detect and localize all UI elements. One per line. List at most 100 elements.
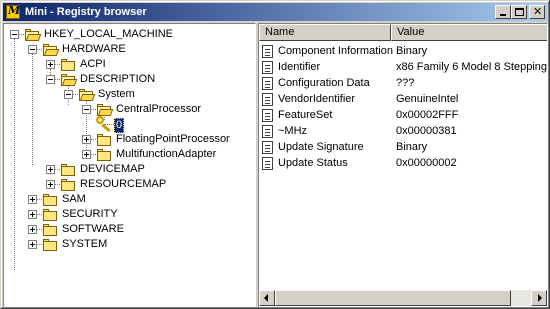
- value-name: Configuration Data: [278, 77, 370, 89]
- list-item[interactable]: Update Status 0x00000002: [259, 155, 547, 171]
- column-header-name[interactable]: Name: [259, 24, 391, 41]
- folder-icon: [42, 209, 58, 221]
- value-icon: [262, 156, 273, 170]
- value-data: x86 Family 6 Model 8 Stepping 10: [396, 61, 548, 73]
- tree-item-label[interactable]: RESOURCEMAP: [80, 178, 166, 191]
- key-icon: [96, 116, 114, 133]
- tree-item-label[interactable]: ACPI: [80, 58, 106, 71]
- folder-open-icon: [42, 44, 60, 56]
- arrow-left-icon: [264, 294, 268, 302]
- value-icon: [262, 108, 273, 122]
- value-data: GenuineIntel: [396, 93, 459, 105]
- collapse-icon[interactable]: [28, 45, 37, 54]
- value-data: Binary: [396, 141, 428, 153]
- horizontal-scrollbar[interactable]: [259, 290, 547, 306]
- folder-icon: [42, 224, 58, 236]
- tree-item-label[interactable]: 0: [114, 118, 125, 133]
- value-icon: [262, 76, 273, 90]
- expand-icon[interactable]: [46, 165, 55, 174]
- expand-icon[interactable]: [28, 210, 37, 219]
- tree-item-label[interactable]: SAM: [62, 193, 86, 206]
- tree-item-label[interactable]: DESCRIPTION: [80, 73, 155, 86]
- value-name: ~MHz: [278, 125, 308, 137]
- registry-browser-window: M Mini - Registry browser ✕ HKEY_LOCAL_M…: [0, 0, 550, 309]
- tree-item-label[interactable]: SOFTWARE: [62, 223, 124, 236]
- folder-icon: [96, 134, 112, 146]
- expand-icon[interactable]: [28, 195, 37, 204]
- collapse-icon[interactable]: [64, 90, 73, 99]
- value-data: 0x00000002: [396, 157, 457, 169]
- scroll-left-button[interactable]: [259, 290, 275, 306]
- tree-item-label[interactable]: SYSTEM: [62, 238, 107, 251]
- close-button[interactable]: ✕: [529, 5, 545, 19]
- column-header-value[interactable]: Value: [391, 24, 547, 41]
- value-name: Component Information: [278, 45, 393, 57]
- value-data: Binary: [396, 45, 428, 57]
- tree-connector-line: [32, 54, 33, 165]
- folder-icon: [60, 164, 76, 176]
- value-name: Update Status: [278, 157, 348, 169]
- list-item[interactable]: ~MHz 0x00000381: [259, 123, 547, 139]
- tree-item-label[interactable]: HKEY_LOCAL_MACHINE: [44, 28, 173, 41]
- minimize-icon: [500, 14, 506, 16]
- tree-item-label[interactable]: CentralProcessor: [116, 103, 201, 116]
- value-name: Identifier: [278, 61, 321, 73]
- folder-icon: [60, 59, 76, 71]
- tree-item-label[interactable]: System: [98, 88, 135, 101]
- value-name: VendorIdentifier: [278, 93, 356, 105]
- collapse-icon[interactable]: [10, 30, 19, 39]
- value-name: Update Signature: [278, 141, 364, 153]
- value-icon: [262, 124, 273, 138]
- collapse-icon[interactable]: [82, 105, 91, 114]
- value-icon: [262, 44, 273, 58]
- folder-icon: [42, 239, 58, 251]
- expand-icon[interactable]: [46, 60, 55, 69]
- folder-open-icon: [96, 104, 114, 116]
- value-list[interactable]: Name Value Component Information Binary Id…: [258, 23, 548, 307]
- registry-tree[interactable]: HKEY_LOCAL_MACHINE HARDWARE ACPI DESCRIPTIO…: [3, 23, 256, 307]
- value-icon: [262, 140, 273, 154]
- list-item[interactable]: VendorIdentifier GenuineIntel: [259, 91, 547, 107]
- expand-icon[interactable]: [28, 225, 37, 234]
- value-icon: [262, 92, 273, 106]
- value-data: 0x00002FFF: [396, 109, 459, 121]
- scroll-thumb[interactable]: [275, 290, 511, 306]
- list-item[interactable]: Component Information Binary: [259, 43, 547, 59]
- tree-item-label[interactable]: FloatingPointProcessor: [116, 133, 230, 146]
- maximize-icon: [515, 8, 524, 16]
- window-controls: ✕: [495, 5, 545, 19]
- close-icon: ✕: [533, 5, 543, 18]
- title-bar[interactable]: M Mini - Registry browser ✕: [3, 3, 547, 21]
- list-item[interactable]: Configuration Data???: [259, 75, 547, 91]
- list-item[interactable]: FeatureSet 0x00002FFF: [259, 107, 547, 123]
- maximize-button[interactable]: [511, 5, 527, 19]
- expand-icon[interactable]: [82, 150, 91, 159]
- minimize-button[interactable]: [495, 5, 511, 19]
- folder-icon: [42, 194, 58, 206]
- value-data: ???: [396, 77, 415, 89]
- list-header: Name Value: [259, 24, 547, 41]
- value-icon: [262, 60, 273, 74]
- expand-icon[interactable]: [46, 180, 55, 189]
- list-item[interactable]: Identifier x86 Family 6 Model 8 Stepping …: [259, 59, 547, 75]
- window-title: Mini - Registry browser: [25, 6, 147, 18]
- value-name: FeatureSet: [278, 109, 333, 121]
- list-item[interactable]: Update Signature Binary: [259, 139, 547, 155]
- arrow-right-icon: [538, 294, 542, 302]
- folder-open-icon: [24, 29, 42, 41]
- tree-item-label[interactable]: HARDWARE: [62, 43, 126, 56]
- value-data: 0x00000381: [396, 125, 457, 137]
- folder-open-icon: [78, 89, 96, 101]
- expand-icon[interactable]: [82, 135, 91, 144]
- expand-icon[interactable]: [28, 240, 37, 249]
- app-icon[interactable]: M: [5, 4, 21, 20]
- tree-item-label[interactable]: MultifunctionAdapter: [116, 148, 216, 161]
- tree-item-label[interactable]: DEVICEMAP: [80, 163, 145, 176]
- tree-item-label[interactable]: SECURITY: [62, 208, 118, 221]
- folder-open-icon: [60, 74, 78, 86]
- scroll-right-button[interactable]: [531, 290, 547, 306]
- folder-icon: [96, 149, 112, 161]
- collapse-icon[interactable]: [46, 75, 55, 84]
- folder-icon: [60, 179, 76, 191]
- tree-connector-line: [14, 54, 15, 270]
